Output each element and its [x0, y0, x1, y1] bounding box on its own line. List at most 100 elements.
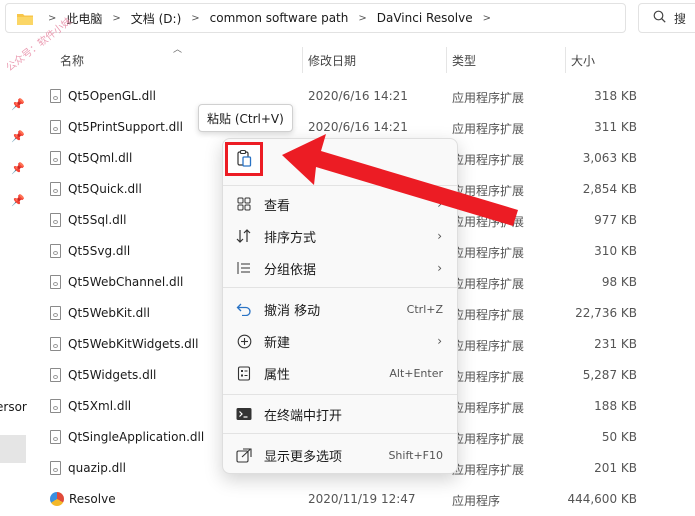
address-bar[interactable]: > 此电脑 > 文档 (D:) > common software path >… — [5, 3, 626, 33]
file-size: 22,736 KB — [575, 306, 637, 320]
file-type: 应用程序扩展 — [452, 122, 525, 136]
column-header-type[interactable]: 类型 — [452, 47, 476, 73]
dll-file-icon — [50, 151, 61, 165]
dll-file-icon — [50, 306, 61, 320]
file-name: Qt5Qml.dll — [68, 151, 133, 165]
dll-file-icon — [50, 368, 61, 382]
file-name: Qt5Svg.dll — [68, 244, 131, 258]
more-options-icon — [236, 447, 252, 463]
file-name-cell: Qt5WebKit.dll — [50, 306, 150, 320]
file-size: 5,287 KB — [582, 368, 637, 382]
dll-file-icon — [50, 89, 61, 103]
file-type: 应用程序扩展 — [452, 432, 525, 446]
breadcrumb-davinci[interactable]: DaVinci Resolve — [375, 11, 475, 25]
file-size: 310 KB — [594, 244, 637, 258]
context-menu: 查看 › 排序方式 › 分组依据 › 撤消 移动 Ctrl+Z 新建 › 属性 — [222, 138, 458, 474]
file-name: Qt5WebChannel.dll — [68, 275, 184, 289]
file-date: 2020/6/16 14:21 — [308, 89, 408, 103]
file-name-cell: Qt5WebKitWidgets.dll — [50, 337, 198, 351]
file-name: Qt5Widgets.dll — [68, 368, 157, 382]
file-name-cell: Qt5PrintSupport.dll — [50, 120, 183, 134]
column-divider[interactable] — [302, 47, 303, 73]
file-type: 应用程序扩展 — [452, 463, 525, 477]
menu-item-label: 排序方式 — [264, 230, 317, 246]
dll-file-icon — [50, 461, 61, 475]
properties-icon — [236, 365, 252, 381]
file-size: 318 KB — [594, 89, 637, 103]
dll-file-icon — [50, 213, 61, 227]
file-type: 应用程序 — [452, 494, 501, 508]
file-name: Qt5Quick.dll — [68, 182, 142, 196]
column-header-name[interactable]: 名称 — [60, 47, 84, 73]
dll-file-icon — [50, 337, 61, 351]
file-name-cell: Resolve — [50, 492, 116, 506]
clipboard-paste-icon — [236, 149, 252, 170]
menu-item-label: 分组依据 — [264, 262, 317, 278]
menu-divider — [223, 287, 457, 288]
menu-item-label: 显示更多选项 — [264, 449, 343, 465]
column-divider[interactable] — [565, 47, 566, 73]
shortcut-label: Alt+Enter — [389, 366, 443, 380]
menu-item-undo[interactable]: 撤消 移动 Ctrl+Z — [223, 294, 457, 324]
menu-item-new[interactable]: 新建 › — [223, 326, 457, 356]
file-name: Qt5WebKit.dll — [68, 306, 150, 320]
dll-file-icon — [50, 120, 61, 134]
file-type: 应用程序扩展 — [452, 153, 525, 167]
file-size: 231 KB — [594, 337, 637, 351]
column-header-size[interactable]: 大小 — [571, 47, 595, 73]
chevron-right-icon: › — [437, 197, 442, 211]
file-type: 应用程序扩展 — [452, 246, 525, 260]
file-date: 2020/11/19 12:47 — [308, 492, 416, 506]
menu-divider — [223, 433, 457, 434]
file-name-cell: Qt5Svg.dll — [50, 244, 130, 258]
shortcut-label: Ctrl+Z — [406, 302, 443, 316]
file-type: 应用程序扩展 — [452, 277, 525, 291]
file-type: 应用程序扩展 — [452, 401, 525, 415]
file-name-cell: quazip.dll — [50, 461, 126, 475]
file-name-cell: Qt5OpenGL.dll — [50, 89, 156, 103]
breadcrumb-common-software[interactable]: common software path — [208, 11, 351, 25]
menu-item-sort[interactable]: 排序方式 › — [223, 221, 457, 251]
menu-divider — [223, 394, 457, 395]
menu-item-properties[interactable]: 属性 Alt+Enter — [223, 358, 457, 388]
file-name: QtSingleApplication.dll — [68, 430, 205, 444]
menu-item-show-more[interactable]: 显示更多选项 Shift+F10 — [223, 440, 457, 470]
sort-up-icon: ︿ — [173, 45, 183, 55]
file-name-cell: QtSingleApplication.dll — [50, 430, 204, 444]
chevron-right-icon: > — [358, 12, 367, 24]
chevron-right-icon: > — [112, 12, 121, 24]
folder-icon — [16, 12, 34, 25]
file-size: 50 KB — [601, 430, 637, 444]
paste-button[interactable] — [225, 142, 263, 176]
file-name: Qt5PrintSupport.dll — [68, 120, 183, 134]
file-date: 2020/6/16 14:21 — [308, 120, 408, 134]
file-name: Qt5OpenGL.dll — [68, 89, 156, 103]
menu-item-label: 在终端中打开 — [264, 408, 343, 424]
file-size: 188 KB — [594, 399, 637, 413]
sort-icon — [236, 228, 252, 244]
file-size: 2,854 KB — [582, 182, 637, 196]
file-name: Qt5Sql.dll — [68, 213, 127, 227]
breadcrumb-drive-d[interactable]: 文档 (D:) — [129, 10, 183, 27]
column-header-date[interactable]: 修改日期 — [308, 47, 356, 73]
column-divider[interactable] — [446, 47, 447, 73]
file-type: 应用程序扩展 — [452, 339, 525, 353]
add-circle-icon — [236, 333, 252, 349]
file-name-cell: Qt5Xml.dll — [50, 399, 131, 413]
menu-item-open-terminal[interactable]: 在终端中打开 — [223, 399, 457, 429]
menu-item-label: 属性 — [264, 367, 291, 383]
menu-item-view[interactable]: 查看 › — [223, 189, 457, 219]
file-type: 应用程序扩展 — [452, 370, 525, 384]
menu-item-label: 新建 — [264, 335, 291, 351]
file-name-cell: Qt5Sql.dll — [50, 213, 126, 227]
file-row[interactable]: Qt5OpenGL.dll 2020/6/16 14:21 应用程序扩展 318… — [0, 82, 695, 113]
file-name-cell: Qt5Qml.dll — [50, 151, 132, 165]
menu-item-group[interactable]: 分组依据 › — [223, 253, 457, 283]
dll-file-icon — [50, 399, 61, 413]
file-size: 311 KB — [594, 120, 637, 134]
grid-view-icon — [236, 196, 252, 212]
search-box[interactable]: 搜 — [638, 3, 695, 33]
file-size: 444,600 KB — [567, 492, 637, 506]
chevron-right-icon: › — [437, 229, 442, 243]
file-row[interactable]: Resolve 2020/11/19 12:47 应用程序 444,600 KB — [0, 485, 695, 516]
